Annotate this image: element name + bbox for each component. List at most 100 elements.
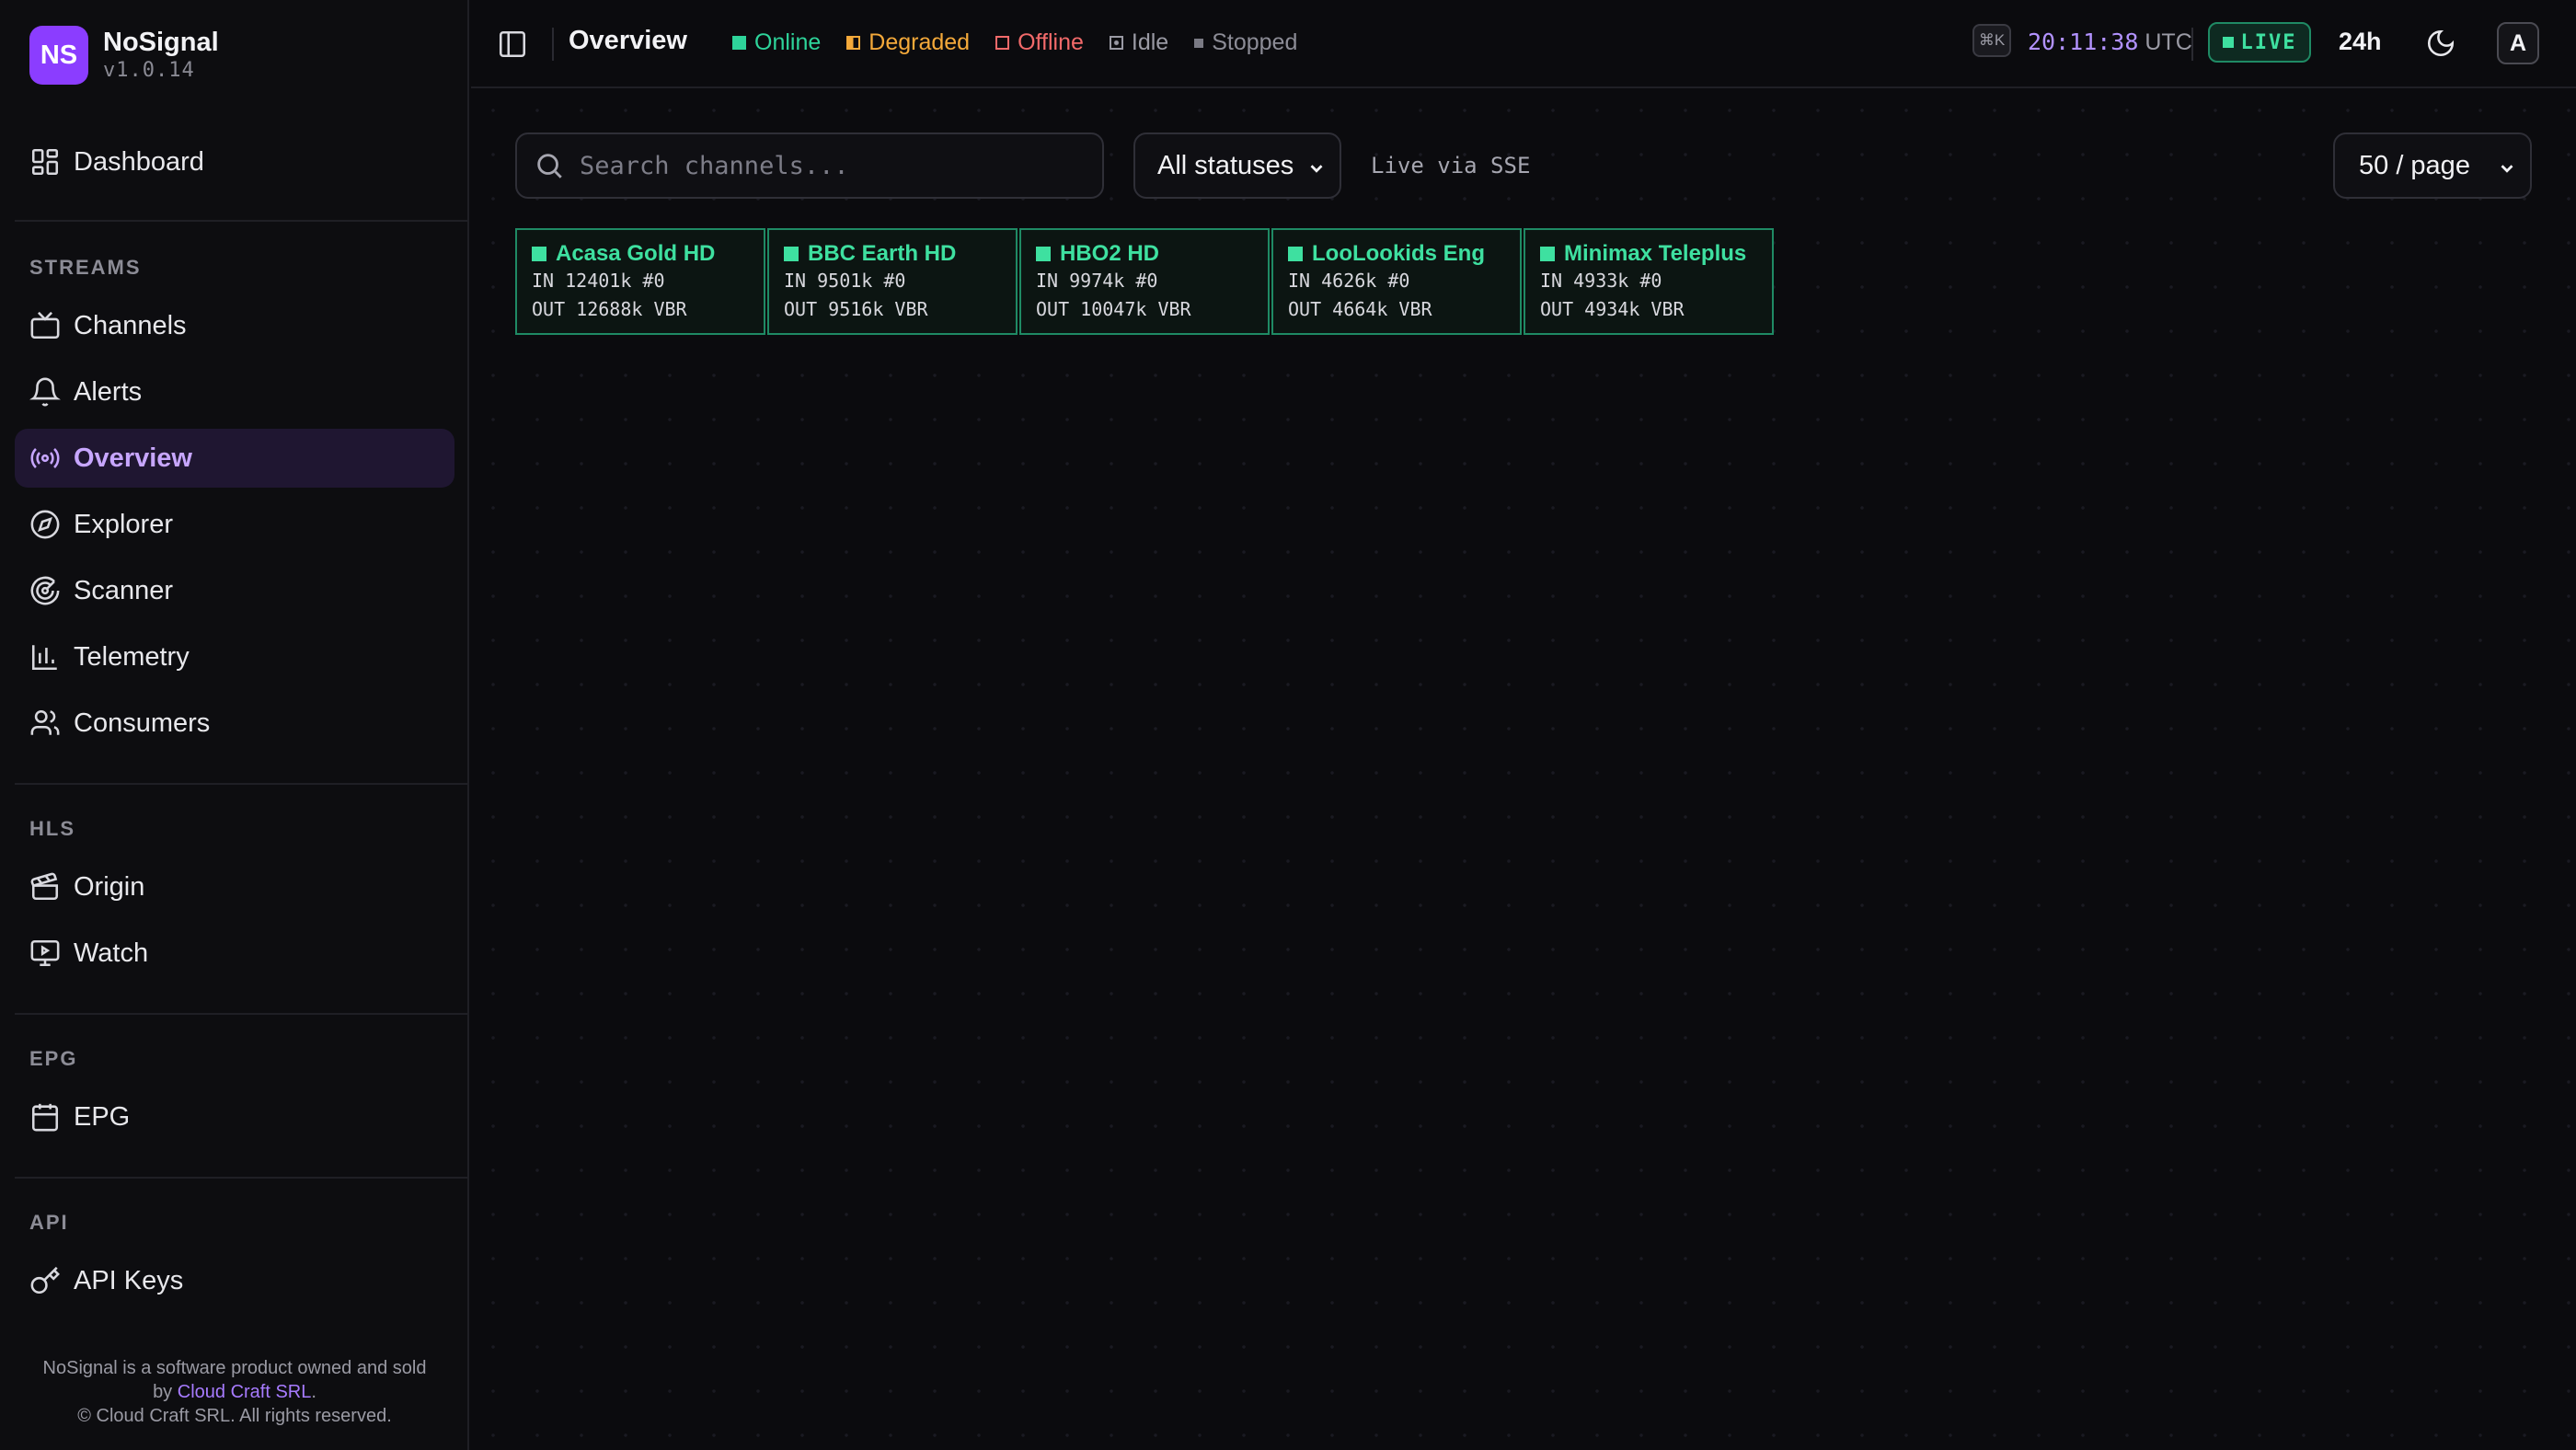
brand-logo: NS (29, 26, 88, 85)
status-legend: Online Degraded Offline Idle Stopped (732, 29, 1323, 56)
channel-name: LooLookids Eng (1312, 241, 1485, 266)
online-status-icon (1540, 247, 1555, 261)
sidebar-item-api-keys[interactable]: API Keys (15, 1251, 454, 1310)
channel-output-bitrate: OUT 9516k VBR (784, 298, 928, 320)
sidebar: NS NoSignal v1.0.14 Dashboard STREAMS Ch… (0, 0, 469, 1450)
sidebar-item-label: Watch (74, 938, 149, 968)
clapperboard-icon (30, 872, 59, 901)
bar-chart-icon (31, 645, 57, 671)
divider (15, 1013, 469, 1015)
channel-input-bitrate: IN 4626k #0 (1288, 270, 1410, 292)
sidebar-item-origin[interactable]: Origin (15, 857, 454, 916)
live-badge[interactable]: LIVE (2208, 22, 2311, 63)
channel-card[interactable]: Minimax Teleplus IN 4933k #0 OUT 4934k V… (1524, 228, 1774, 335)
legend-stopped: Stopped (1194, 29, 1297, 56)
sidebar-item-explorer[interactable]: Explorer (15, 495, 454, 554)
legend-label: Idle (1131, 29, 1169, 55)
sidebar-item-alerts[interactable]: Alerts (15, 362, 454, 421)
bell-icon (29, 377, 61, 407)
command-shortcut-button[interactable]: ⌘K (1972, 24, 2011, 57)
users-icon (30, 709, 60, 735)
channel-input-bitrate: IN 9974k #0 (1036, 270, 1158, 292)
channel-output-bitrate: OUT 4934k VBR (1540, 298, 1685, 320)
brand-name: NoSignal (103, 28, 219, 57)
sidebar-toggle-icon[interactable] (497, 29, 528, 60)
channel-name: BBC Earth HD (808, 241, 957, 266)
sidebar-item-consumers[interactable]: Consumers (15, 694, 454, 753)
channel-card[interactable]: LooLookids Eng IN 4626k #0 OUT 4664k VBR (1271, 228, 1522, 335)
clock: 20:11:38 UTC (2028, 29, 2192, 56)
channel-card[interactable]: HBO2 HD IN 9974k #0 OUT 10047k VBR (1019, 228, 1270, 335)
channel-grid: Acasa Gold HD IN 12401k #0 OUT 12688k VB… (515, 228, 1776, 335)
sidebar-item-telemetry[interactable]: Telemetry (15, 627, 454, 686)
company-link[interactable]: Cloud Craft SRL (178, 1382, 312, 1402)
sidebar-item-dashboard[interactable]: Dashboard (15, 132, 454, 191)
sidebar-item-label: Channels (74, 310, 187, 340)
channel-name: HBO2 HD (1060, 241, 1160, 266)
sidebar-item-label: Telemetry (74, 641, 190, 672)
legend-label: Online (754, 29, 822, 55)
offline-swatch-icon (995, 36, 1010, 50)
live-label: LIVE (2240, 30, 2297, 54)
moon-icon[interactable] (2425, 28, 2456, 59)
sidebar-footer: NoSignal is a software product owned and… (0, 1356, 469, 1428)
sidebar-item-watch[interactable]: Watch (15, 924, 454, 983)
monitor-play-icon (30, 939, 60, 967)
channel-output-bitrate: OUT 4664k VBR (1288, 298, 1432, 320)
chevron-down-icon (1310, 165, 1323, 173)
main-content: All statuses Live via SSE 50 / page Acas… (471, 88, 2576, 1450)
legend-idle: Idle (1109, 29, 1169, 56)
legend-offline: Offline (995, 29, 1084, 56)
top-bar: Overview Online Degraded Offline Idle St… (471, 0, 2576, 88)
live-source-label: Live via SSE (1371, 153, 1531, 178)
divider (552, 28, 554, 61)
channel-input-bitrate: IN 12401k #0 (532, 270, 665, 292)
online-status-icon (784, 247, 799, 261)
sidebar-item-channels[interactable]: Channels (15, 296, 454, 355)
channel-name: Minimax Teleplus (1564, 241, 1747, 266)
search-input[interactable] (578, 150, 1102, 181)
avatar[interactable]: A (2497, 22, 2539, 64)
tv-icon (30, 311, 60, 339)
page-title: Overview (569, 26, 687, 55)
live-dot-icon (2222, 37, 2234, 48)
search-box[interactable] (515, 132, 1104, 199)
channel-input-bitrate: IN 4933k #0 (1540, 270, 1662, 292)
legend-label: Offline (1018, 29, 1084, 55)
channel-output-bitrate: OUT 10047k VBR (1036, 298, 1191, 320)
divider (15, 220, 469, 222)
channel-card[interactable]: BBC Earth HD IN 9501k #0 OUT 9516k VBR (767, 228, 1018, 335)
divider (15, 1177, 469, 1179)
brand-version: v1.0.14 (103, 59, 195, 82)
page-size-select[interactable]: 50 / page (2333, 132, 2532, 199)
idle-swatch-icon (1109, 36, 1123, 50)
legend-label: Stopped (1212, 29, 1298, 55)
sidebar-item-label: API Keys (74, 1265, 184, 1295)
online-status-icon (1036, 247, 1051, 261)
footer-text: . (311, 1382, 316, 1402)
online-swatch-icon (732, 36, 746, 50)
divider (2191, 28, 2193, 61)
brand[interactable]: NS NoSignal v1.0.14 (29, 26, 219, 85)
sidebar-item-label: Overview (74, 443, 192, 473)
sidebar-item-epg[interactable]: EPG (15, 1088, 454, 1146)
status-filter-select[interactable]: All statuses (1133, 132, 1341, 199)
footer-text: by (153, 1382, 173, 1402)
clock-time: 20:11:38 (2028, 29, 2139, 55)
page-size-value: 50 / page (2359, 150, 2470, 180)
time-range-button[interactable]: 24h (2339, 28, 2382, 56)
legend-online: Online (732, 29, 821, 56)
section-title-streams: STREAMS (29, 256, 142, 279)
channel-card[interactable]: Acasa Gold HD IN 12401k #0 OUT 12688k VB… (515, 228, 765, 335)
section-title-epg: EPG (29, 1047, 78, 1070)
sidebar-item-scanner[interactable]: Scanner (15, 561, 454, 620)
channel-name: Acasa Gold HD (556, 241, 716, 266)
stopped-swatch-icon (1194, 38, 1204, 48)
sidebar-item-label: Explorer (74, 509, 173, 539)
legend-label: Degraded (868, 29, 971, 55)
sidebar-item-label: EPG (74, 1101, 131, 1132)
chevron-down-icon (2501, 165, 2513, 173)
channel-input-bitrate: IN 9501k #0 (784, 270, 906, 292)
sidebar-item-overview[interactable]: Overview (15, 429, 454, 488)
divider (15, 783, 469, 785)
